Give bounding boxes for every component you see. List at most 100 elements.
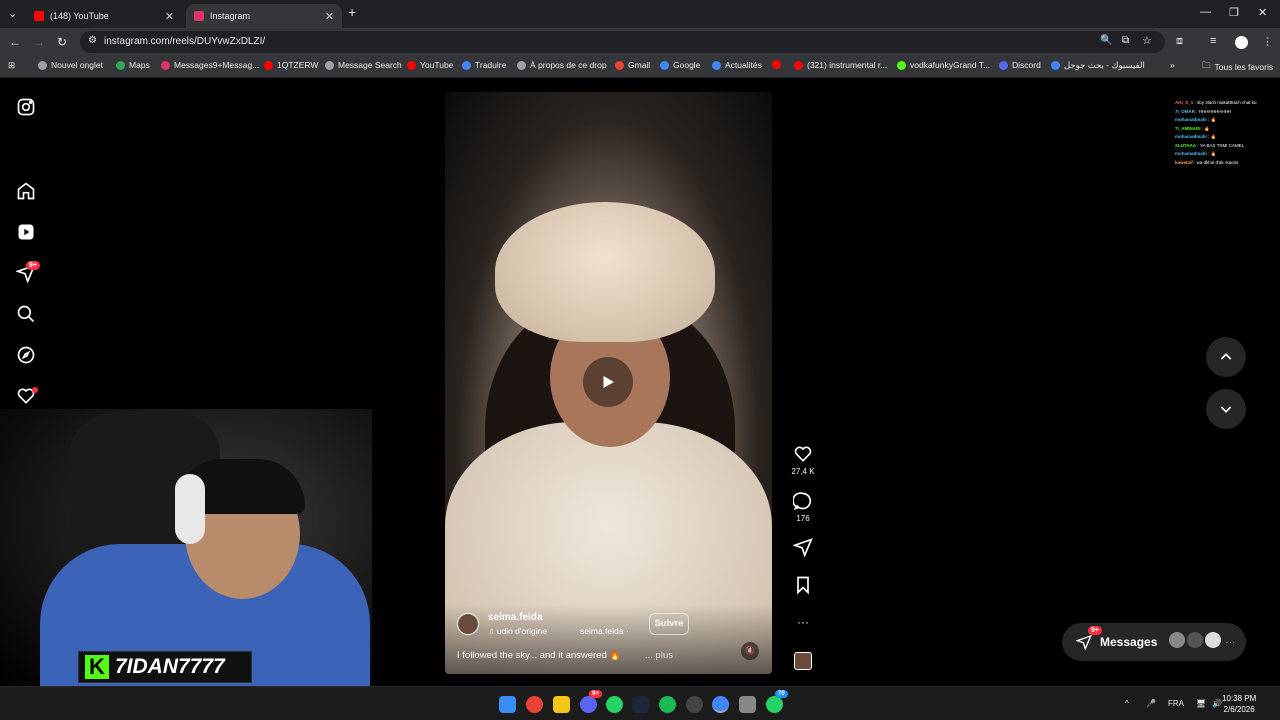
bookmark-item[interactable]: الفيسبوك - بحث جوجل	[1051, 60, 1145, 71]
comment-icon	[793, 492, 812, 511]
youtube-icon	[34, 11, 44, 21]
reload-button[interactable]: ↻	[57, 35, 67, 49]
save-button[interactable]	[787, 575, 819, 595]
start-icon[interactable]	[499, 696, 516, 713]
bookmark-item[interactable]: Actualités	[712, 60, 762, 70]
site-info-icon[interactable]: ⚙	[88, 35, 97, 46]
more-options-button[interactable]: ···	[787, 615, 819, 629]
bookmark-label: (321) instrumental r...	[807, 60, 888, 70]
author-username[interactable]: selma.feida	[488, 612, 542, 623]
kick-logo-icon: K	[85, 655, 109, 679]
google-icon	[1051, 61, 1060, 70]
steam-icon[interactable]	[632, 696, 649, 713]
whatsapp-icon[interactable]	[766, 696, 783, 713]
audio-label[interactable]: ♫ udio d'origine	[488, 626, 547, 636]
media-icon[interactable]: ≡	[1210, 35, 1216, 47]
zoom-icon[interactable]: 🔍	[1100, 35, 1112, 46]
bookmark-item[interactable]: (321) instrumental r...	[794, 60, 887, 70]
chat-text: 🔥	[1204, 125, 1210, 131]
author-avatar[interactable]	[457, 613, 479, 635]
address-bar[interactable]: ⚙ instagram.com/reels/DUYvwZxDLZI/ 🔍 ⧉ ☆	[80, 31, 1165, 53]
language-indicator[interactable]: FRA	[1168, 699, 1184, 708]
obs-icon[interactable]	[686, 696, 703, 713]
bookmark-item[interactable]: Nouvel onglet	[38, 60, 103, 70]
discord-icon[interactable]	[580, 696, 597, 713]
network-icon[interactable]: 🖥	[1196, 699, 1206, 708]
caption-more-link[interactable]: ... plus	[645, 650, 673, 661]
chrome-icon[interactable]	[526, 696, 543, 713]
bookmark-label: Gmail	[628, 60, 651, 70]
bookmark-star-icon[interactable]: ☆	[1142, 34, 1152, 47]
chrome-active-icon[interactable]	[712, 696, 729, 713]
all-bookmarks-button[interactable]: 🗀 Tous les favoris	[1202, 60, 1273, 74]
notifications-badge: 9+	[26, 261, 40, 270]
bookmarks-overflow-button[interactable]: »	[1170, 60, 1175, 70]
chat-username: mohamadmahi	[1175, 134, 1207, 139]
forward-button[interactable]: →	[33, 35, 45, 49]
apps-icon[interactable]: ⊞	[8, 60, 15, 71]
follow-button[interactable]: Suivre	[649, 613, 689, 635]
clock-date: 2/6/2026	[1223, 705, 1255, 714]
comment-count: 176	[796, 514, 810, 523]
extensions-icon[interactable]: ⧈	[1176, 35, 1183, 48]
back-button[interactable]: ←	[9, 35, 21, 49]
bookmark-item[interactable]: Traduire	[462, 60, 506, 70]
bookmark-item[interactable]: Gmail	[615, 60, 650, 70]
reels-icon[interactable]	[16, 222, 36, 242]
volume-icon[interactable]: 🔊	[1212, 699, 1222, 708]
settings-icon[interactable]	[739, 696, 756, 713]
restore-button[interactable]: ❐	[1229, 6, 1239, 19]
instagram-page: 9+ K 7IDAN7777 selma.feida ♫ udio d'orig…	[0, 79, 1280, 686]
bookmark-item[interactable]: Maps	[116, 60, 150, 70]
reel-video[interactable]: selma.feida ♫ udio d'origine selma.feida…	[445, 92, 772, 674]
home-icon[interactable]	[16, 181, 36, 201]
whatsapp-icon[interactable]	[606, 696, 623, 713]
bookmark-item[interactable]: YouTube	[407, 60, 453, 70]
chat-username: 7I_AMINADI	[1175, 125, 1201, 131]
system-clock[interactable]: 10:38 PM 2/6/2026	[1222, 693, 1256, 715]
file-explorer-icon[interactable]	[553, 696, 570, 713]
search-icon[interactable]	[16, 304, 36, 324]
close-window-button[interactable]: ✕	[1258, 6, 1267, 19]
kick-icon	[897, 60, 906, 70]
messages-button[interactable]: 9+ Messages ···	[1062, 623, 1246, 661]
bookmark-item[interactable]: Messages9+Messag...	[161, 60, 259, 70]
bookmark-item[interactable]	[772, 60, 785, 69]
bookmark-item[interactable]: 1QTZERW	[264, 60, 318, 70]
tab-search-button[interactable]: ⌄	[8, 7, 17, 20]
previous-reel-button[interactable]	[1206, 337, 1246, 377]
bookmark-item[interactable]: Google	[660, 60, 700, 70]
chat-message: 7I_AMINADI : 🔥	[1175, 125, 1210, 131]
instagram-logo-icon[interactable]	[16, 97, 36, 117]
spotify-icon[interactable]	[659, 696, 676, 713]
microphone-icon[interactable]: 🎤	[1146, 699, 1156, 708]
audio-thumbnail[interactable]	[794, 652, 812, 670]
bookmark-item[interactable]: Discord	[999, 60, 1041, 70]
avatar	[1205, 631, 1222, 648]
profile-avatar[interactable]	[1235, 36, 1248, 49]
tab-instagram[interactable]: Instagram ✕	[186, 4, 342, 28]
explore-icon[interactable]	[16, 345, 36, 365]
comment-button[interactable]: 176	[787, 491, 819, 523]
play-button[interactable]	[583, 357, 633, 407]
menu-icon[interactable]: ⋮	[1262, 35, 1273, 48]
tray-overflow-icon[interactable]: ^	[1125, 699, 1129, 708]
close-tab-icon[interactable]: ✕	[165, 10, 174, 23]
bookmark-item[interactable]: vodkafunkyGrand T...	[897, 60, 990, 70]
reel-caption: I followed the sky... and it answered 🔥	[457, 650, 622, 661]
share-button[interactable]	[787, 537, 819, 557]
mute-button[interactable]: 🔇	[741, 642, 759, 660]
chat-text: 🔥	[1210, 134, 1217, 139]
bookmark-item[interactable]: À propos de ce drop	[517, 60, 607, 70]
cast-icon[interactable]: ⧉	[1122, 35, 1129, 46]
minimize-button[interactable]: —	[1200, 6, 1211, 18]
tab-youtube[interactable]: (148) YouTube ✕	[26, 4, 182, 28]
share-icon	[793, 538, 813, 557]
close-tab-icon[interactable]: ✕	[325, 10, 334, 23]
new-tab-button[interactable]: +	[348, 4, 356, 20]
bookmark-label: Google	[673, 60, 701, 70]
bookmark-item[interactable]: Message Search	[325, 60, 402, 70]
next-reel-button[interactable]	[1206, 389, 1246, 429]
chat-username: AKI_S_1	[1175, 100, 1194, 105]
like-button[interactable]: 27,4 K	[787, 444, 819, 476]
